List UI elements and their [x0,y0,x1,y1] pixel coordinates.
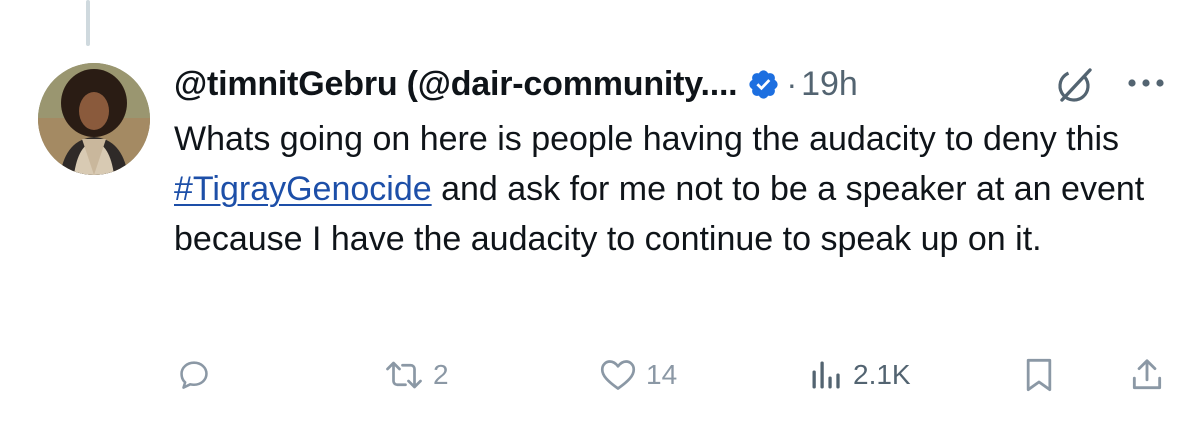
retweet-button[interactable]: 2 [383,350,449,400]
share-button[interactable] [1128,350,1166,400]
more-options-icon[interactable] [1124,68,1168,98]
display-name[interactable]: @timnitGebru (@dair-community.... [174,65,738,104]
bookmark-icon [1022,356,1056,394]
avatar[interactable] [38,63,150,175]
share-icon [1128,356,1166,394]
like-count: 14 [646,359,678,390]
grok-icon[interactable] [1054,64,1096,106]
retweet-icon [383,357,425,393]
tweet-header: @timnitGebru (@dair-community.... · 19h [174,62,1174,106]
tweet-action-bar: 2 14 2.1K [0,350,1200,400]
views-icon [807,357,845,393]
bookmark-button[interactable] [1022,350,1056,400]
view-count: 2.1K [853,359,911,390]
retweet-count: 2 [433,359,449,390]
thread-connector-line [86,0,90,46]
like-icon [598,357,638,393]
timestamp[interactable]: 19h [801,65,858,104]
reply-button[interactable] [176,350,212,400]
separator-dot: · [786,65,798,102]
tweet-text-before: Whats going on here is people having the… [174,120,1120,158]
hashtag-link[interactable]: #TigrayGenocide [174,170,432,208]
views-button[interactable]: 2.1K [807,350,911,400]
verified-badge-icon [747,68,780,101]
like-button[interactable]: 14 [598,350,677,400]
reply-icon [176,357,212,393]
tweet-text: Whats going on here is people having the… [174,114,1164,264]
